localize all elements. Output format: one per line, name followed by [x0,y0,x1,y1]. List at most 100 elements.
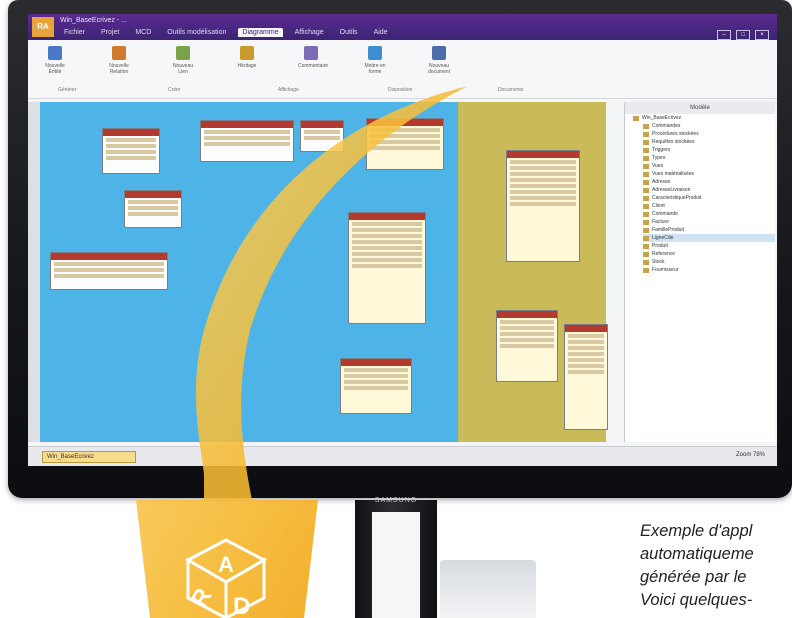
entity-box[interactable] [102,128,160,174]
tab-outils-mod-lisation[interactable]: Outils modélisation [163,28,230,37]
table-icon [643,131,649,137]
tree-item[interactable]: Client [643,202,775,210]
tree-item-label: Commande [652,211,678,217]
maximize-icon[interactable]: □ [736,30,750,40]
tree-item[interactable]: Vues [643,162,775,170]
ribbon-button[interactable]: Nouveau Lien [170,46,196,75]
tree-item-label: LigneCde [652,235,674,241]
table-icon [643,259,649,265]
tree-item-label: Types [652,155,666,161]
tree-item-label: Stock [652,259,665,265]
cube-letter-a: A [218,552,234,577]
tab-outils[interactable]: Outils [336,28,362,37]
tab-projet[interactable]: Projet [97,28,123,37]
ribbon-button-label: Nouvelle Entité [45,63,65,75]
window-controls: – □ × [717,30,769,40]
ard-cube-logo: A R D [184,538,268,618]
tree-item[interactable]: Adresse [643,178,775,186]
entity-box[interactable] [564,324,608,430]
caption-line: Voici quelques- [640,591,753,609]
tree-item[interactable]: Produit [643,242,775,250]
tab-diagramme[interactable]: Diagramme [238,28,283,37]
tree-item-label: Vues matérialisées [652,171,695,177]
ribbon-group-label: Affichage [278,87,299,93]
tree-item[interactable]: FamilleProduit [643,226,775,234]
tree-item-label: Reference [652,251,676,257]
tree-item[interactable]: Fournisseur [643,266,775,274]
ribbon-button[interactable]: Mettre en forme [362,46,388,75]
comment-icon [304,46,318,60]
tree-item[interactable]: Commandes [643,122,775,130]
app-logo[interactable]: RA [32,17,54,37]
entity-box[interactable] [340,358,412,414]
tree-item-label: Commandes [652,123,681,129]
entity-box[interactable] [300,120,344,152]
document-tab[interactable]: Win_BaseEcrivez [42,451,136,463]
tab-fichier[interactable]: Fichier [60,28,89,37]
tree-item-label: Produit [652,243,668,249]
monitor-stand-base [440,560,536,618]
window-title: Win_BaseEcrivez - ... [60,17,127,24]
ribbon-button-label: Héritage [237,63,257,69]
tree-item[interactable]: LigneCde [643,234,775,242]
tree-item-label: Requêtes stockées [652,139,695,145]
tree-item[interactable]: Reference [643,250,775,258]
tree-item-label: Win_BaseEcrivez [642,115,682,121]
caption-line: automatiqueme [640,545,754,563]
monitor-brand-label: SAMSUNG [374,497,418,504]
tree-item[interactable]: Stock [643,258,775,266]
entity-box[interactable] [506,150,580,262]
diagram-canvas[interactable] [28,102,608,442]
tree-item-label: AdresseLivraison [652,187,691,193]
entity-box[interactable] [50,252,168,290]
entity-box[interactable] [200,120,294,162]
tree-item-label: Facture [652,219,669,225]
ribbon-button[interactable]: Nouvelle Relation [106,46,132,75]
tree-item[interactable]: AdresseLivraison [643,186,775,194]
tree-item-label: Procédures stockées [652,131,699,137]
close-icon[interactable]: × [755,30,769,40]
tree-item[interactable]: Facture [643,218,775,226]
table-icon [643,267,649,273]
cube-letter-d: D [233,593,250,618]
minimize-icon[interactable]: – [717,30,731,40]
table-icon [643,187,649,193]
tab-affichage[interactable]: Affichage [291,28,328,37]
ribbon-button-label: Commentaire [298,63,329,69]
table-icon [643,147,649,153]
tree-item[interactable]: Procédures stockées [643,130,775,138]
tree-item[interactable]: Triggers [643,146,775,154]
ribbon-button[interactable]: Nouvelle Entité [42,46,68,75]
ribbon-button[interactable]: Nouveau document [426,46,452,75]
table-icon [643,123,649,129]
entity-box[interactable] [348,212,426,324]
tree-item[interactable]: Win_BaseEcrivez [633,114,775,122]
ribbon-button[interactable]: Héritage [234,46,260,69]
entity-box[interactable] [124,190,182,228]
tab-mcd[interactable]: MCD [131,28,155,37]
model-panel: Modèle Win_BaseEcrivez Commandes Procédure… [624,102,775,442]
ribbon-button-label: Nouvelle Relation [109,63,129,75]
table-icon [643,155,649,161]
tree-item-label: Triggers [652,147,671,153]
table-icon [643,203,649,209]
tree-item-label: CaracteristiqueProduit [652,195,702,201]
tab-aide[interactable]: Aide [370,28,392,37]
table-icon [643,211,649,217]
ribbon-button[interactable]: Commentaire [298,46,329,69]
caption-line: générée par le [640,568,747,586]
tree-item[interactable]: CaracteristiqueProduit [643,194,775,202]
table-icon [633,115,639,121]
tree-item[interactable]: Requêtes stockées [643,138,775,146]
entity-box[interactable] [366,118,444,170]
tree-item[interactable]: Vues matérialisées [643,170,775,178]
tree-item[interactable]: Commande [643,210,775,218]
ribbon-button-label: Nouveau document [428,63,450,75]
cube-letter-r: R [186,584,218,613]
caption: Exemple d'appl automatiqueme générée par l… [640,520,792,612]
entity-box[interactable] [496,310,558,382]
model-tree: Win_BaseEcrivez Commandes Procédures stock… [625,114,775,274]
ribbon-group-label: Documents [498,87,524,93]
tree-item[interactable]: Types [643,154,775,162]
link-icon [176,46,190,60]
